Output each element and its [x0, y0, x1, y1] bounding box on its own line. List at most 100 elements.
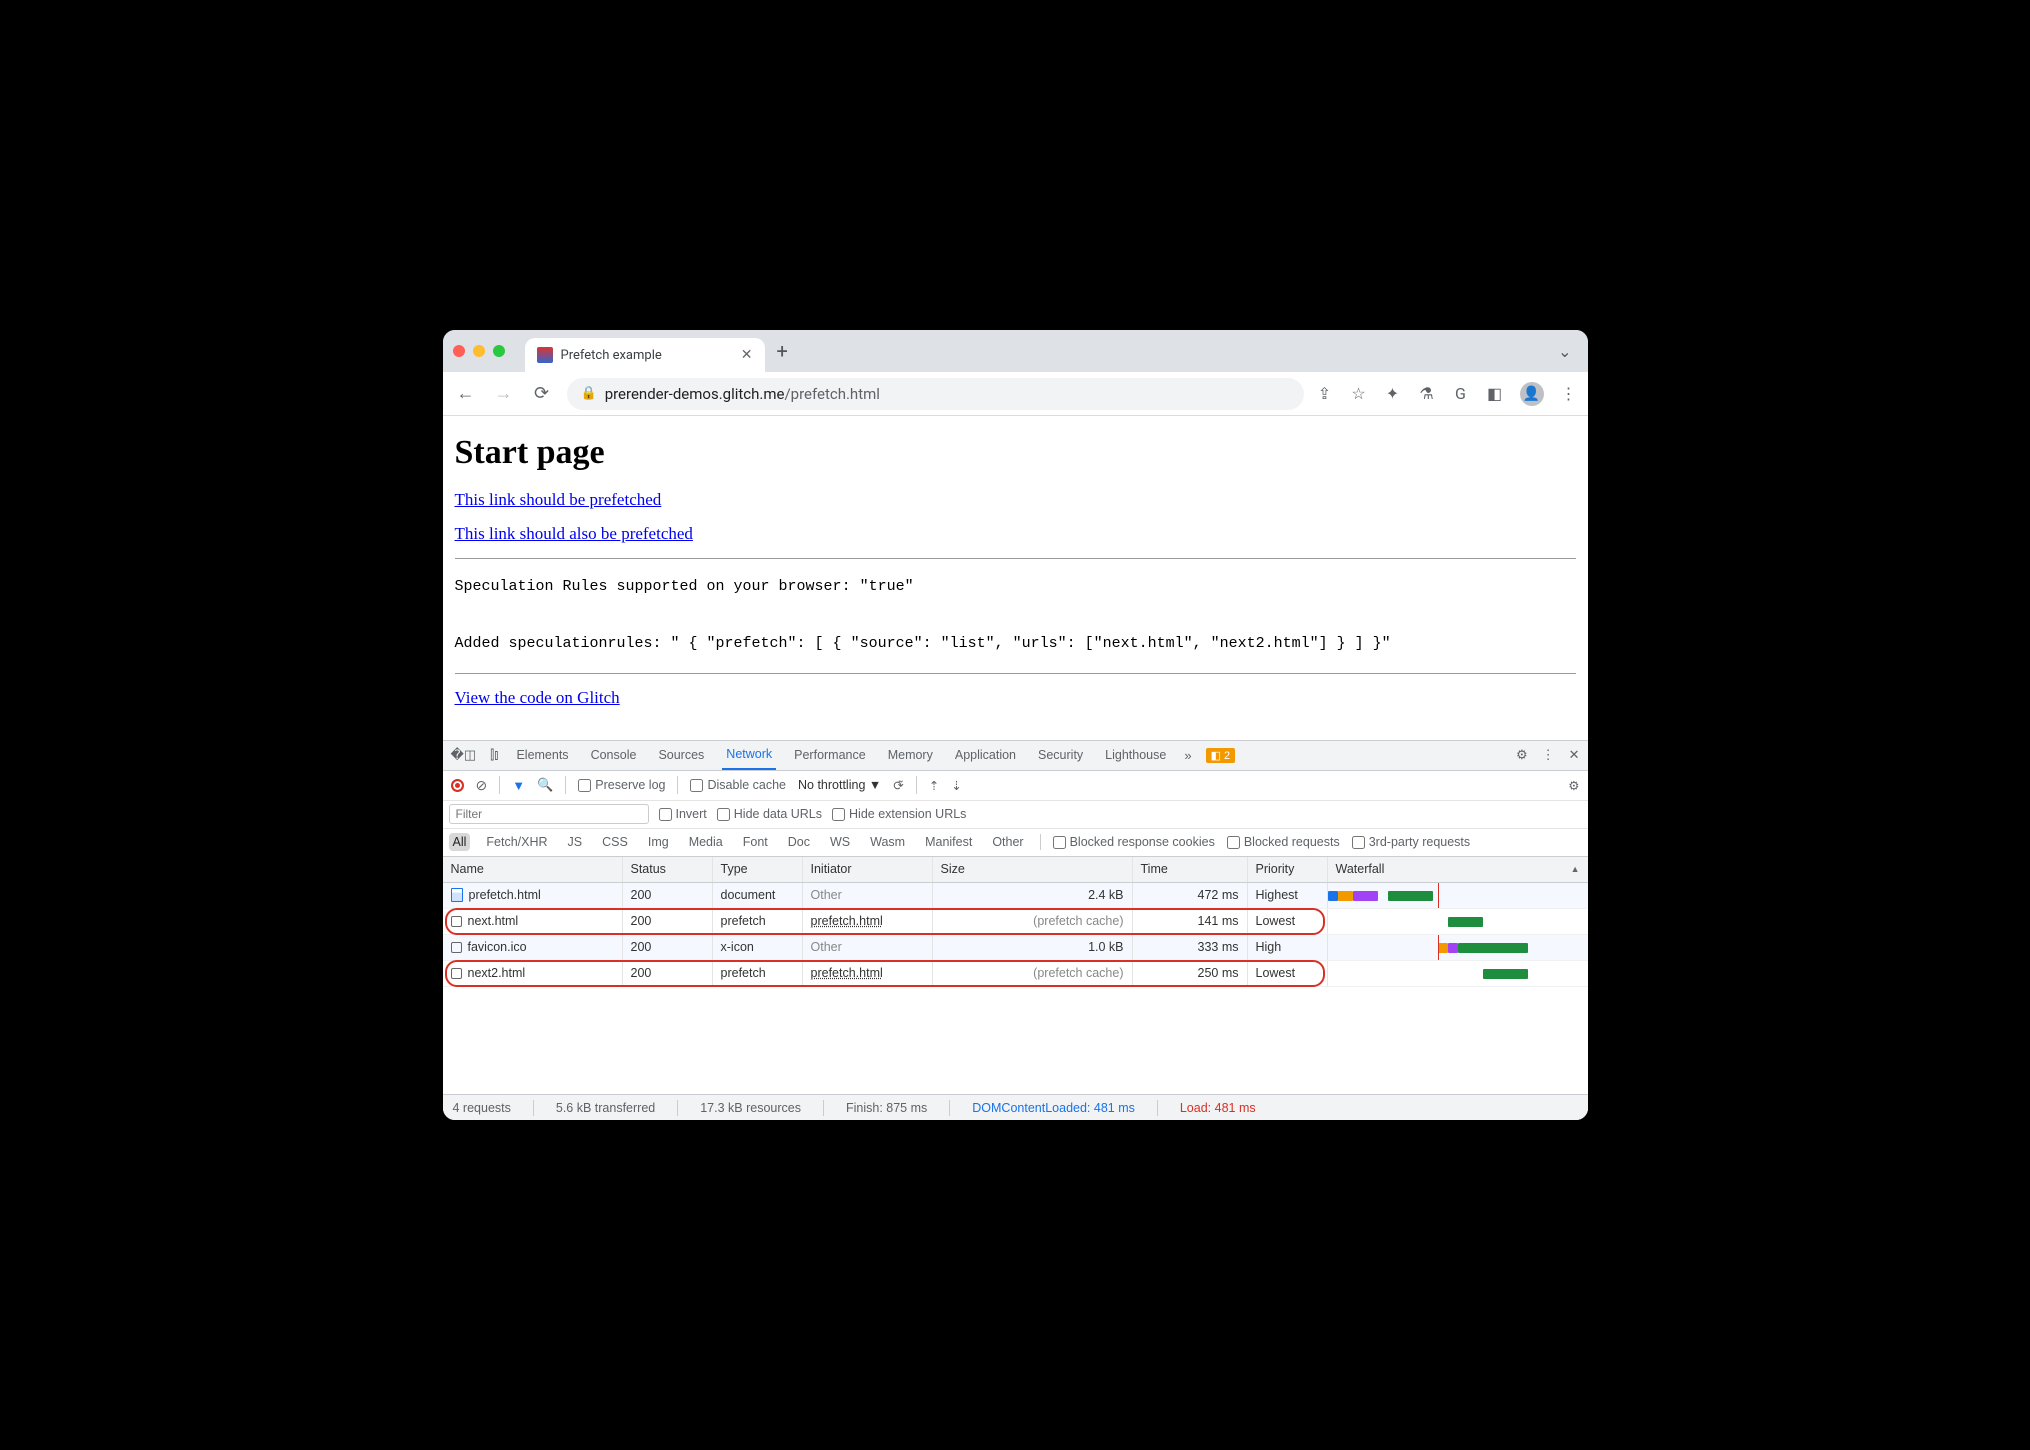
blocked-requests-checkbox[interactable]: Blocked requests — [1227, 835, 1340, 849]
back-button[interactable]: ← — [453, 383, 479, 404]
type-filter-ws[interactable]: WS — [826, 833, 854, 851]
cell-priority: High — [1248, 935, 1328, 960]
type-filter-manifest[interactable]: Manifest — [921, 833, 976, 851]
cell-priority: Lowest — [1248, 961, 1328, 986]
devtools-tab-sources[interactable]: Sources — [654, 740, 708, 770]
table-row[interactable]: next2.html200prefetchprefetch.html(prefe… — [443, 961, 1588, 987]
type-filter-wasm[interactable]: Wasm — [866, 833, 909, 851]
record-button[interactable] — [451, 779, 464, 792]
filter-toggle-icon[interactable]: ▼ — [512, 778, 525, 793]
invert-checkbox[interactable]: Invert — [659, 807, 707, 821]
filter-input[interactable] — [449, 804, 649, 824]
prefetch-link-1[interactable]: This link should be prefetched — [455, 490, 662, 509]
status-finish: Finish: 875 ms — [846, 1101, 927, 1115]
type-filter-doc[interactable]: Doc — [784, 833, 814, 851]
share-icon[interactable]: ⇪ — [1316, 384, 1334, 403]
initiator-text[interactable]: prefetch.html — [811, 914, 883, 928]
glitch-link[interactable]: View the code on Glitch — [455, 688, 620, 707]
blocked-cookies-checkbox[interactable]: Blocked response cookies — [1053, 835, 1215, 849]
third-party-checkbox[interactable]: 3rd-party requests — [1352, 835, 1470, 849]
window-maximize-button[interactable] — [493, 345, 505, 357]
network-conditions-icon[interactable]: ⟳̃ — [893, 778, 903, 793]
cell-waterfall — [1328, 883, 1588, 908]
cell-time: 472 ms — [1133, 883, 1248, 908]
devtools-tab-application[interactable]: Application — [951, 740, 1020, 770]
type-filter-font[interactable]: Font — [739, 833, 772, 851]
cell-initiator: Other — [803, 883, 933, 908]
devtools-tab-security[interactable]: Security — [1034, 740, 1087, 770]
network-settings-icon[interactable]: ⚙ — [1568, 778, 1579, 793]
type-filter-all[interactable]: All — [449, 833, 471, 851]
table-header: Name Status Type Initiator Size Time Pri… — [443, 857, 1588, 883]
initiator-text[interactable]: prefetch.html — [811, 966, 883, 980]
request-name: prefetch.html — [469, 888, 541, 902]
hide-data-urls-checkbox[interactable]: Hide data URLs — [717, 807, 822, 821]
table-row[interactable]: next.html200prefetchprefetch.html(prefet… — [443, 909, 1588, 935]
warning-badge[interactable]: ◧ 2 — [1206, 748, 1236, 763]
status-resources: 17.3 kB resources — [700, 1101, 801, 1115]
throttling-select[interactable]: No throttling ▼ — [798, 778, 881, 792]
network-controls: ⊘ ▼ 🔍 Preserve log Disable cache No thro… — [443, 771, 1588, 801]
cell-type: prefetch — [713, 909, 803, 934]
col-initiator[interactable]: Initiator — [803, 857, 933, 882]
cell-size: (prefetch cache) — [933, 961, 1133, 986]
hide-extension-urls-checkbox[interactable]: Hide extension URLs — [832, 807, 966, 821]
table-row[interactable]: prefetch.html200documentOther2.4 kB472 m… — [443, 883, 1588, 909]
more-tabs-icon[interactable]: » — [1184, 748, 1191, 763]
devtools-close-icon[interactable]: ✕ — [1569, 747, 1580, 763]
divider — [455, 673, 1576, 674]
type-filter-media[interactable]: Media — [685, 833, 727, 851]
divider — [455, 558, 1576, 559]
status-requests: 4 requests — [453, 1101, 511, 1115]
devtools-tab-memory[interactable]: Memory — [884, 740, 937, 770]
inspect-icon[interactable]: �◫ — [451, 747, 477, 763]
url-box[interactable]: 🔒 prerender-demos.glitch.me/prefetch.htm… — [567, 378, 1304, 410]
type-filter-img[interactable]: Img — [644, 833, 673, 851]
devtools-tab-console[interactable]: Console — [587, 740, 641, 770]
devtools-tab-network[interactable]: Network — [722, 740, 776, 770]
type-filter-js[interactable]: JS — [564, 833, 587, 851]
devtools-tab-lighthouse[interactable]: Lighthouse — [1101, 740, 1170, 770]
devtools-tab-performance[interactable]: Performance — [790, 740, 870, 770]
col-name[interactable]: Name — [443, 857, 623, 882]
close-tab-icon[interactable]: ✕ — [741, 347, 753, 363]
disable-cache-checkbox[interactable]: Disable cache — [690, 778, 786, 792]
tab-bar: Prefetch example ✕ + ⌄ — [443, 330, 1588, 372]
reload-button[interactable]: ⟳ — [529, 383, 555, 404]
extensions-icon[interactable]: ✦ — [1384, 384, 1402, 403]
settings-icon[interactable]: ⚙ — [1516, 747, 1528, 763]
profile-avatar[interactable]: 👤 — [1520, 382, 1544, 406]
search-icon[interactable]: 🔍 — [537, 777, 553, 793]
col-type[interactable]: Type — [713, 857, 803, 882]
export-har-icon[interactable]: ⇣ — [951, 778, 961, 793]
type-filter-other[interactable]: Other — [988, 833, 1027, 851]
new-tab-button[interactable]: + — [777, 339, 788, 363]
col-size[interactable]: Size — [933, 857, 1133, 882]
labs-icon[interactable]: ⚗ — [1418, 384, 1436, 403]
preserve-log-checkbox[interactable]: Preserve log — [578, 778, 665, 792]
google-icon[interactable]: G — [1452, 384, 1470, 403]
col-status[interactable]: Status — [623, 857, 713, 882]
forward-button[interactable]: → — [491, 383, 517, 404]
type-filter-row: All Fetch/XHR JS CSS Img Media Font Doc WS Wasm Ma… — [443, 829, 1588, 857]
col-waterfall[interactable]: Waterfall▲ — [1328, 857, 1588, 882]
prefetch-link-2[interactable]: This link should also be prefetched — [455, 524, 693, 543]
table-row[interactable]: favicon.ico200x-iconOther1.0 kB333 msHig… — [443, 935, 1588, 961]
menu-icon[interactable]: ⋮ — [1560, 384, 1578, 403]
type-filter-css[interactable]: CSS — [598, 833, 632, 851]
tab-overflow-icon[interactable]: ⌄ — [1558, 342, 1571, 361]
type-filter-fetchxhr[interactable]: Fetch/XHR — [482, 833, 551, 851]
devtools-tab-elements[interactable]: Elements — [512, 740, 572, 770]
device-toggle-icon[interactable]: ⫿⫾ — [490, 747, 498, 763]
window-minimize-button[interactable] — [473, 345, 485, 357]
window-close-button[interactable] — [453, 345, 465, 357]
col-priority[interactable]: Priority — [1248, 857, 1328, 882]
col-time[interactable]: Time — [1133, 857, 1248, 882]
import-har-icon[interactable]: ⇡ — [929, 778, 939, 793]
traffic-lights — [453, 345, 505, 357]
bookmark-icon[interactable]: ☆ — [1350, 384, 1368, 403]
browser-tab[interactable]: Prefetch example ✕ — [525, 338, 765, 372]
devtools-menu-icon[interactable]: ⋮ — [1542, 747, 1555, 763]
clear-button[interactable]: ⊘ — [476, 777, 488, 794]
sidepanel-icon[interactable]: ◧ — [1486, 384, 1504, 403]
